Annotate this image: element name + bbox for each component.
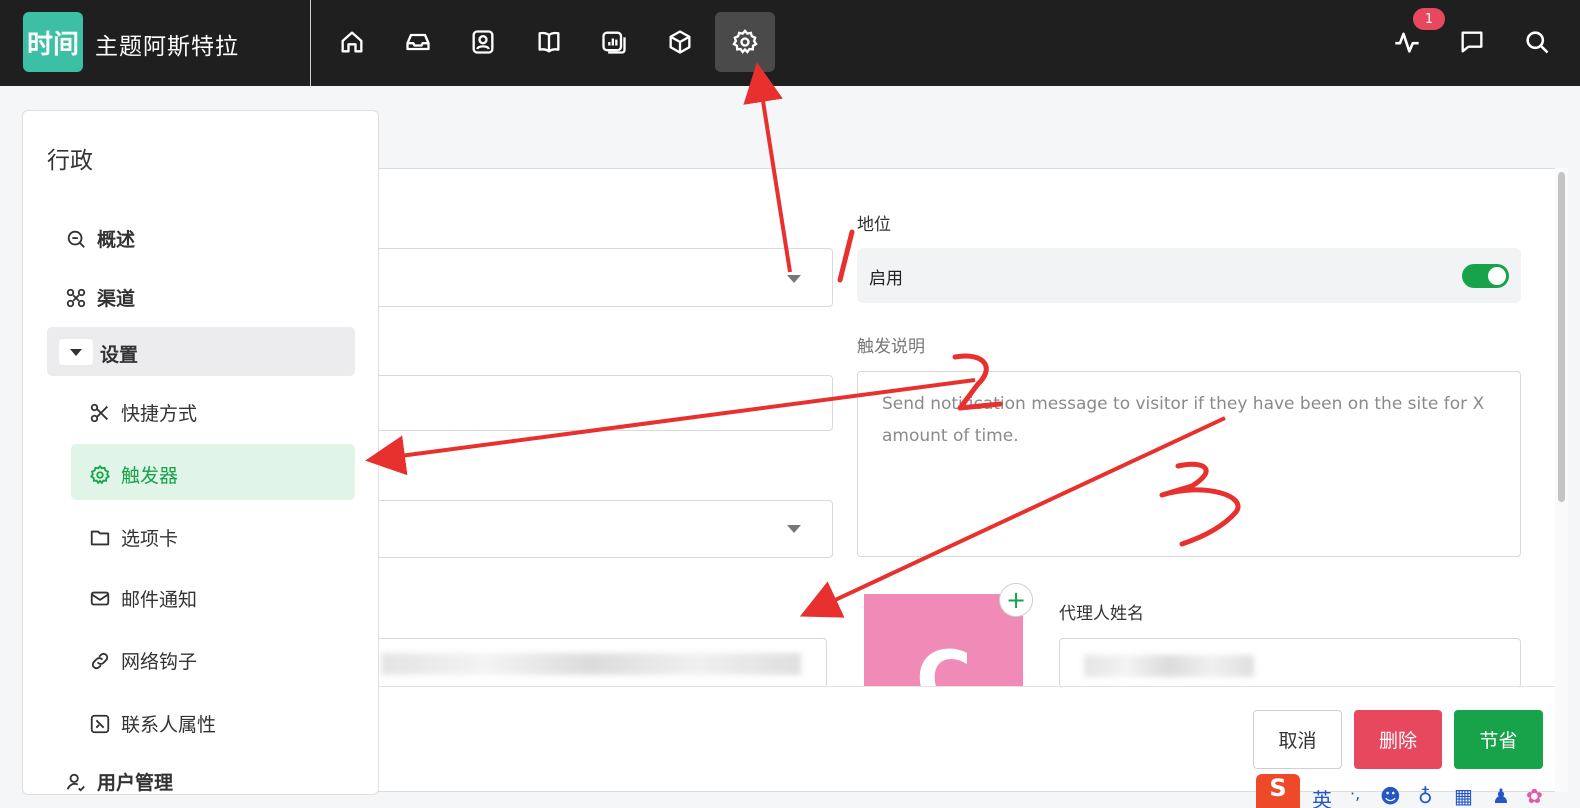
sidebar-item-channels[interactable]: 渠道 [65, 284, 135, 311]
sidebar-item-label: 网络钩子 [121, 651, 198, 673]
topbar-divider [310, 0, 311, 86]
ime-logo[interactable]: S [1256, 774, 1300, 808]
book-icon [538, 31, 560, 53]
nav-products-button[interactable] [650, 12, 710, 72]
footer-divider [350, 686, 1555, 687]
redacted-value [381, 653, 801, 675]
text-field-2[interactable] [350, 375, 833, 431]
chevron-down-icon [787, 525, 801, 533]
status-toggle[interactable] [1462, 264, 1509, 288]
select-field-1[interactable] [350, 248, 833, 307]
scissors-icon [90, 403, 108, 422]
sidebar-item-label: 渠道 [97, 288, 136, 310]
status-row: 启用 [857, 248, 1521, 303]
nav-inbox-button[interactable] [388, 12, 448, 72]
status-label: 地位 [857, 215, 891, 235]
sidebar-item-webhooks[interactable]: 网络钩子 [89, 647, 197, 674]
chat-icon [1461, 31, 1483, 53]
delete-button[interactable]: 删除 [1354, 710, 1442, 769]
gear-icon [732, 29, 758, 54]
sidebar-item-label: 联系人属性 [121, 714, 217, 736]
app-logo[interactable]: 时间 [23, 12, 83, 72]
text-field-4[interactable] [350, 638, 827, 688]
chat-button[interactable] [1442, 12, 1502, 72]
nav-home-button[interactable] [322, 12, 382, 72]
sidebar-item-user-management[interactable]: 用户管理 [65, 768, 174, 794]
nav-contacts-button[interactable] [453, 12, 513, 72]
description-textarea[interactable]: Send notification message to visitor if … [857, 371, 1521, 557]
redacted-value [1084, 655, 1254, 677]
save-button[interactable]: 节省 [1454, 710, 1543, 769]
inbox-icon [406, 33, 430, 51]
sidebar-item-label: 邮件通知 [121, 589, 198, 611]
agent-avatar[interactable]: C [864, 594, 1023, 686]
status-value: 启用 [869, 269, 903, 289]
activity-icon [1395, 32, 1419, 53]
chevron-down-icon[interactable] [59, 339, 93, 365]
reports-icon [602, 31, 626, 54]
ime-toolbar[interactable]: S 英 ·, ☻ ♁ ▦ ♟ ✿ [1256, 774, 1580, 808]
agent-name-label: 代理人姓名 [1059, 604, 1144, 624]
description-label: 触发说明 [857, 337, 925, 357]
punctuation-icon[interactable]: ·, [1350, 784, 1360, 803]
select-field-3[interactable] [350, 500, 833, 558]
top-bar: 时间 主题阿斯特拉 1 [0, 0, 1580, 86]
avatar-letter: C [916, 634, 972, 686]
sidebar-item-overview[interactable]: 概述 [65, 225, 135, 252]
add-avatar-button[interactable]: + [999, 583, 1033, 617]
description-placeholder: Send notification message to visitor if … [882, 394, 1485, 446]
box-icon [669, 30, 691, 54]
folder-icon [90, 530, 110, 545]
nav-settings-button[interactable] [715, 12, 775, 72]
microphone-icon[interactable]: ♁ [1418, 784, 1433, 808]
sidebar-item-email-notifications[interactable]: 邮件通知 [89, 585, 197, 612]
sidebar-item-contact-attributes[interactable]: 联系人属性 [89, 710, 216, 737]
sidebar-item-label: 用户管理 [97, 772, 174, 794]
link-icon [91, 652, 109, 669]
sidebar-item-label: 选项卡 [121, 528, 179, 550]
sidebar-group-settings[interactable]: 设置 [47, 327, 355, 376]
scrollbar-thumb[interactable] [1558, 172, 1565, 502]
ime-language[interactable]: 英 [1312, 784, 1332, 808]
sidebar-item-label: 快捷方式 [121, 403, 198, 425]
search-icon [1526, 31, 1549, 54]
agent-name-input[interactable] [1059, 638, 1521, 688]
attribute-icon [90, 714, 110, 733]
search-button[interactable] [1507, 12, 1567, 72]
admin-sidebar: 行政 概述 渠道 设置 快捷方式 触发器 选项卡 邮件通知 网络钩子 联系人属性… [22, 110, 379, 795]
overview-icon [67, 230, 85, 248]
home-icon [341, 31, 363, 53]
keyboard-icon[interactable]: ▦ [1454, 784, 1473, 808]
nav-reports-button[interactable] [584, 12, 644, 72]
contacts-icon [472, 30, 494, 54]
emoji-icon[interactable]: ☻ [1380, 784, 1401, 808]
gear-icon [89, 464, 111, 484]
sidebar-item-label: 概述 [97, 229, 136, 251]
notification-badge: 1 [1413, 8, 1445, 30]
plus-icon: + [1005, 586, 1027, 614]
nav-knowledge-button[interactable] [519, 12, 579, 72]
channels-icon [66, 288, 86, 307]
sidebar-item-label: 触发器 [121, 465, 179, 487]
mail-icon [90, 591, 110, 605]
brand-name: 主题阿斯特拉 [95, 34, 239, 60]
user-icon[interactable]: ♟ [1492, 784, 1510, 808]
chevron-down-icon [787, 275, 801, 283]
user-icon [66, 773, 85, 792]
sidebar-item-label: 设置 [100, 344, 139, 366]
cancel-button[interactable]: 取消 [1253, 710, 1342, 769]
skin-icon[interactable]: ✿ [1526, 784, 1543, 808]
sidebar-item-shortcuts[interactable]: 快捷方式 [89, 399, 197, 426]
sidebar-item-tabs[interactable]: 选项卡 [89, 524, 178, 551]
sidebar-item-triggers-content[interactable]: 触发器 [89, 461, 178, 488]
sidebar-title: 行政 [47, 148, 93, 174]
